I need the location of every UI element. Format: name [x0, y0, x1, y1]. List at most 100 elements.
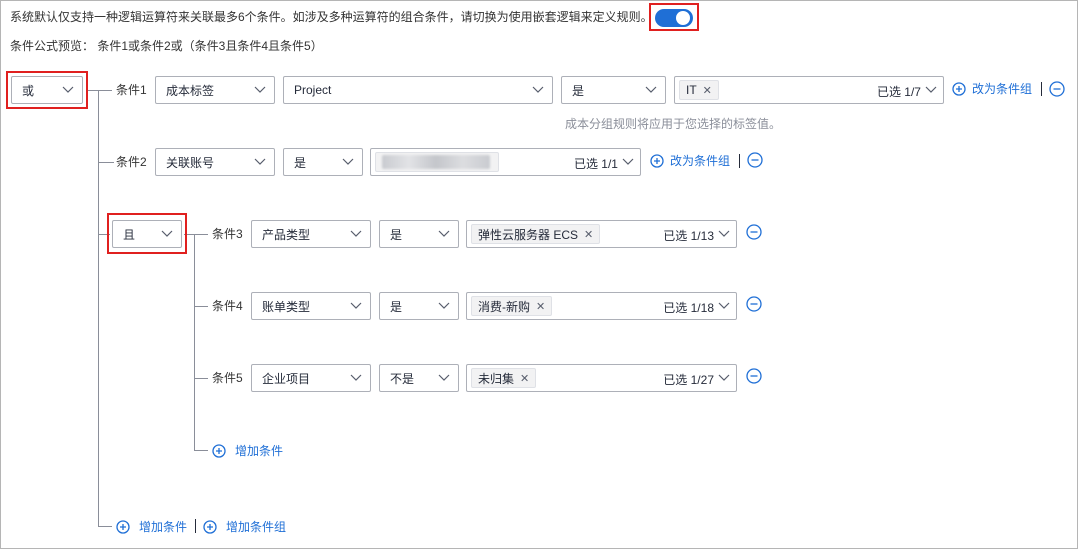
- condition-3-operator-value: 是: [390, 227, 403, 242]
- close-icon[interactable]: ✕: [703, 84, 712, 97]
- chevron-down-icon: [645, 86, 657, 93]
- group-tree-line: [194, 234, 195, 450]
- value-tag: IT ✕: [679, 80, 719, 100]
- chevron-down-icon: [438, 302, 450, 309]
- chevron-down-icon: [62, 86, 74, 93]
- close-icon[interactable]: ✕: [520, 372, 529, 385]
- connector: [88, 90, 112, 91]
- formula-preview: 条件公式预览： 条件1或条件2或（条件3且条件4且条件5）: [10, 39, 323, 53]
- chevron-down-icon: [718, 230, 730, 237]
- plus-circle-icon: [203, 519, 217, 534]
- nested-logic-toggle[interactable]: [655, 9, 693, 27]
- condition-3-label: 条件3: [212, 227, 243, 241]
- condition-1-operator-select[interactable]: 是: [561, 76, 666, 104]
- plus-circle-icon: [952, 81, 966, 96]
- tag-text: IT: [686, 83, 697, 97]
- nested-logic-toggle-highlight: [649, 3, 699, 31]
- condition-1-to-group-link[interactable]: 改为条件组: [952, 80, 1032, 97]
- plus-circle-icon: [650, 153, 664, 168]
- root-tree-line: [98, 90, 99, 526]
- value-tag: 弹性云服务器 ECS ✕: [471, 224, 601, 244]
- condition-5-operator-select[interactable]: 不是: [379, 364, 459, 392]
- condition-1-field-select[interactable]: 成本标签: [155, 76, 275, 104]
- condition-3-field-select[interactable]: 产品类型: [251, 220, 371, 248]
- condition-2-operator-select[interactable]: 是: [283, 148, 363, 176]
- toggle-knob: [676, 11, 690, 25]
- connector: [194, 306, 208, 307]
- redacted-account-tag: [375, 152, 499, 172]
- minus-circle-icon[interactable]: [746, 296, 762, 312]
- chevron-down-icon: [622, 158, 634, 165]
- condition-1-values-select[interactable]: IT ✕ 已选 1/7: [674, 76, 944, 104]
- to-group-label: 改为条件组: [670, 154, 731, 168]
- minus-circle-icon[interactable]: [746, 368, 762, 384]
- plus-circle-icon: [116, 519, 130, 534]
- minus-circle-icon[interactable]: [746, 224, 762, 240]
- add-condition-link[interactable]: 增加条件: [116, 518, 187, 535]
- close-icon[interactable]: ✕: [536, 300, 545, 313]
- plus-circle-icon: [212, 443, 226, 458]
- chevron-down-icon: [350, 302, 362, 309]
- condition-1-field-value: 成本标签: [166, 83, 215, 98]
- condition-2-operator-value: 是: [294, 155, 307, 170]
- condition-1-label: 条件1: [116, 83, 147, 97]
- group-operator-value: 且: [123, 227, 136, 242]
- separator: [1041, 82, 1042, 96]
- condition-1-hint: 成本分组规则将应用于您选择的标签值。: [565, 117, 782, 131]
- condition-3-operator-select[interactable]: 是: [379, 220, 459, 248]
- add-condition-group-link[interactable]: 增加条件组: [203, 518, 286, 535]
- minus-circle-icon[interactable]: [1049, 81, 1065, 97]
- connector: [98, 526, 112, 527]
- condition-4-operator-value: 是: [390, 299, 403, 314]
- condition-3-field-value: 产品类型: [262, 227, 311, 242]
- redacted-value: [382, 155, 490, 169]
- tag-text: 消费-新购: [478, 299, 530, 314]
- chevron-down-icon: [350, 374, 362, 381]
- condition-1-operator-value: 是: [572, 83, 585, 98]
- close-icon[interactable]: ✕: [584, 228, 593, 241]
- group-add-condition-link[interactable]: 增加条件: [212, 442, 283, 459]
- value-tag: 消费-新购 ✕: [471, 296, 553, 316]
- selected-count: 已选 1/13: [663, 229, 714, 243]
- add-condition-group-label: 增加条件组: [226, 520, 287, 534]
- chevron-down-icon: [254, 158, 266, 165]
- minus-circle-icon[interactable]: [747, 152, 763, 168]
- notice-text: 系统默认仅支持一种逻辑运算符来关联最多6个条件。如涉及多种运算符的组合条件，请切…: [10, 10, 653, 24]
- condition-4-values-select[interactable]: 消费-新购 ✕ 已选 1/18: [466, 292, 737, 320]
- condition-2-to-group-link[interactable]: 改为条件组: [650, 152, 730, 169]
- condition-1-key-value: Project: [294, 83, 332, 97]
- condition-4-field-value: 账单类型: [262, 299, 311, 314]
- to-group-label: 改为条件组: [972, 82, 1033, 96]
- condition-5-field-select[interactable]: 企业项目: [251, 364, 371, 392]
- selected-count: 已选 1/18: [663, 301, 714, 315]
- condition-1-key-select[interactable]: Project: [283, 76, 553, 104]
- chevron-down-icon: [161, 230, 173, 237]
- condition-2-field-value: 关联账号: [166, 155, 215, 170]
- condition-2-field-select[interactable]: 关联账号: [155, 148, 275, 176]
- chevron-down-icon: [254, 86, 266, 93]
- root-operator-select[interactable]: 或: [11, 76, 83, 104]
- chevron-down-icon: [718, 302, 730, 309]
- chevron-down-icon: [718, 374, 730, 381]
- condition-4-label: 条件4: [212, 299, 243, 313]
- selected-count: 已选 1/27: [663, 373, 714, 387]
- chevron-down-icon: [438, 230, 450, 237]
- condition-2-label: 条件2: [116, 155, 147, 169]
- condition-5-values-select[interactable]: 未归集 ✕ 已选 1/27: [466, 364, 737, 392]
- condition-5-operator-value: 不是: [390, 371, 415, 386]
- group-operator-select[interactable]: 且: [112, 220, 182, 248]
- selected-count: 已选 1/7: [876, 85, 921, 99]
- separator: [739, 154, 740, 168]
- condition-4-operator-select[interactable]: 是: [379, 292, 459, 320]
- condition-4-field-select[interactable]: 账单类型: [251, 292, 371, 320]
- chevron-down-icon: [532, 86, 544, 93]
- condition-3-values-select[interactable]: 弹性云服务器 ECS ✕ 已选 1/13: [466, 220, 737, 248]
- connector: [184, 234, 208, 235]
- chevron-down-icon: [342, 158, 354, 165]
- condition-5-field-value: 企业项目: [262, 371, 311, 386]
- selected-count: 已选 1/1: [573, 157, 618, 171]
- chevron-down-icon: [925, 86, 937, 93]
- tag-text: 未归集: [478, 371, 515, 386]
- root-operator-value: 或: [22, 83, 35, 98]
- condition-2-values-select[interactable]: 已选 1/1: [370, 148, 641, 176]
